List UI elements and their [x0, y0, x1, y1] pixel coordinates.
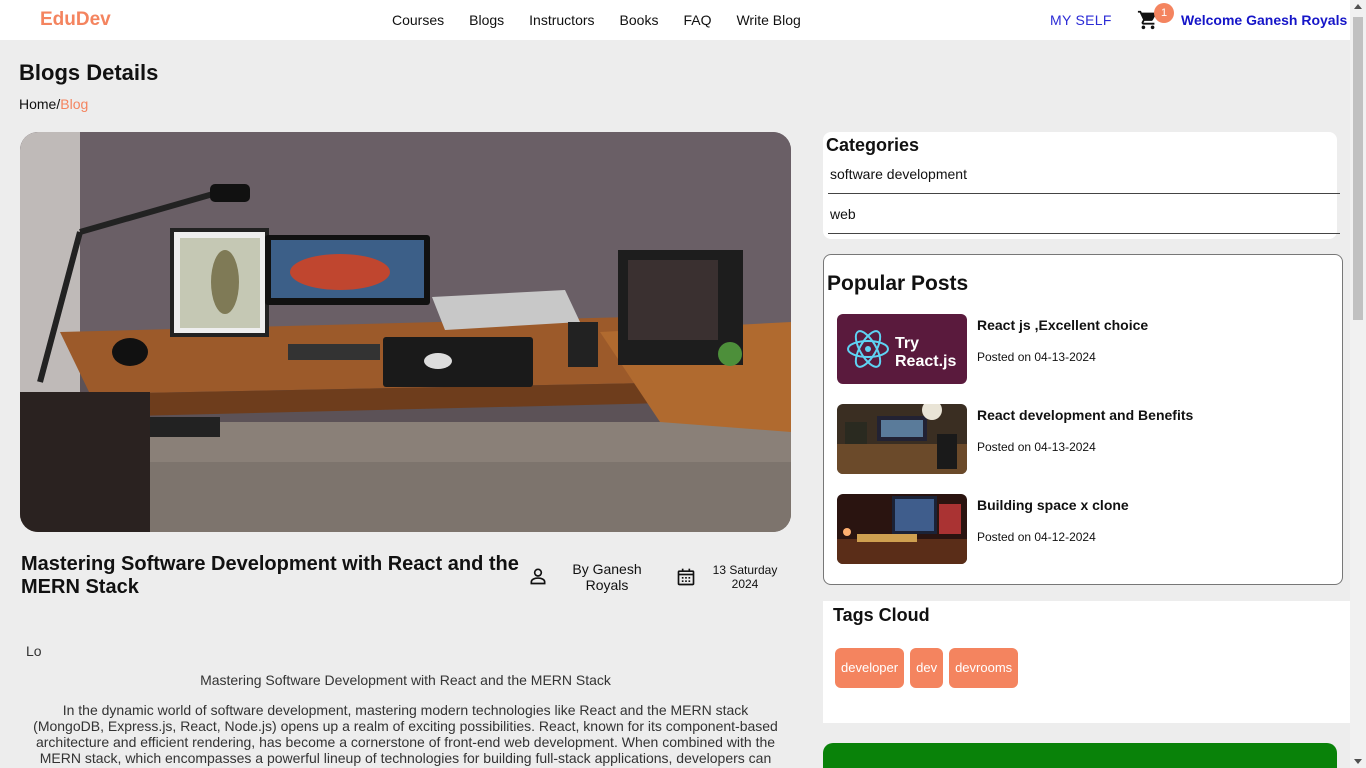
- article-body-heading: Mastering Software Development with Reac…: [200, 672, 611, 688]
- article-body-text: In the dynamic world of software develop…: [33, 702, 778, 766]
- popular-post-item[interactable]: Try React.js React js ,Excellent choice …: [837, 314, 1327, 384]
- green-promo-card: [823, 743, 1337, 768]
- article-title: Mastering Software Development with Reac…: [21, 553, 519, 598]
- popular-post-item[interactable]: React development and Benefits Posted on…: [837, 404, 1327, 474]
- top-navbar: EduDev Courses Blogs Instructors Books F…: [0, 0, 1350, 40]
- my-self-link[interactable]: MY SELF: [1050, 12, 1112, 28]
- nav-blogs[interactable]: Blogs: [469, 12, 504, 28]
- tag-dev[interactable]: dev: [910, 648, 944, 688]
- post-date: Posted on 04-12-2024: [977, 530, 1096, 544]
- post-date: Posted on 04-13-2024: [977, 440, 1096, 454]
- user-icon: [530, 568, 546, 585]
- cart-count-badge: 1: [1154, 3, 1174, 23]
- post-thumbnail[interactable]: [837, 404, 967, 474]
- nav-books[interactable]: Books: [620, 12, 659, 28]
- post-title[interactable]: Building space x clone: [977, 497, 1129, 513]
- article-date: 13 Saturday 2024: [712, 563, 778, 591]
- scrollbar-thumb[interactable]: [1353, 17, 1363, 320]
- thumb-text-reactjs: React.js: [895, 353, 956, 370]
- article-intro: Lo: [26, 643, 42, 659]
- popular-posts-card: Popular Posts Try React.js React js ,Exc…: [823, 254, 1343, 585]
- main-nav: Courses Blogs Instructors Books FAQ Writ…: [392, 12, 826, 28]
- tag-list: developer dev devrooms: [835, 648, 1019, 688]
- breadcrumb-home[interactable]: Home: [19, 96, 56, 112]
- popular-post-item[interactable]: Building space x clone Posted on 04-12-2…: [837, 494, 1327, 564]
- post-title[interactable]: React js ,Excellent choice: [977, 317, 1148, 333]
- logo[interactable]: EduDev: [40, 9, 111, 31]
- thumb-text-try: Try: [895, 335, 919, 352]
- popular-posts-title: Popular Posts: [827, 272, 969, 295]
- tag-devrooms[interactable]: devrooms: [949, 648, 1019, 688]
- tags-cloud-card: Tags Cloud developer dev devrooms: [823, 601, 1350, 723]
- post-thumbnail[interactable]: Try React.js: [837, 314, 967, 384]
- nav-write-blog[interactable]: Write Blog: [736, 12, 800, 28]
- article-author: By Ganesh Royals: [572, 561, 642, 593]
- post-title[interactable]: React development and Benefits: [977, 407, 1193, 423]
- nav-instructors[interactable]: Instructors: [529, 12, 594, 28]
- welcome-user[interactable]: Welcome Ganesh Royals: [1181, 12, 1347, 28]
- post-date: Posted on 04-13-2024: [977, 350, 1096, 364]
- scroll-down-arrow-icon[interactable]: [1354, 759, 1362, 764]
- breadcrumb: Home/Blog: [19, 96, 88, 112]
- tag-developer[interactable]: developer: [835, 648, 905, 688]
- breadcrumb-current: Blog: [60, 96, 89, 112]
- category-item[interactable]: software development: [828, 166, 1340, 194]
- page-title: Blogs Details: [19, 60, 159, 85]
- post-thumbnail[interactable]: [837, 494, 967, 564]
- categories-card: Categories software development web: [823, 132, 1340, 239]
- blog-hero-image: [20, 132, 791, 532]
- nav-courses[interactable]: Courses: [392, 12, 444, 28]
- page-scrollbar[interactable]: [1350, 0, 1366, 768]
- calendar-icon: [677, 568, 695, 586]
- nav-faq[interactable]: FAQ: [683, 12, 711, 28]
- categories-title: Categories: [826, 135, 920, 155]
- scroll-up-arrow-icon[interactable]: [1354, 4, 1362, 9]
- tags-cloud-title: Tags Cloud: [833, 605, 930, 625]
- category-item[interactable]: web: [828, 206, 1340, 234]
